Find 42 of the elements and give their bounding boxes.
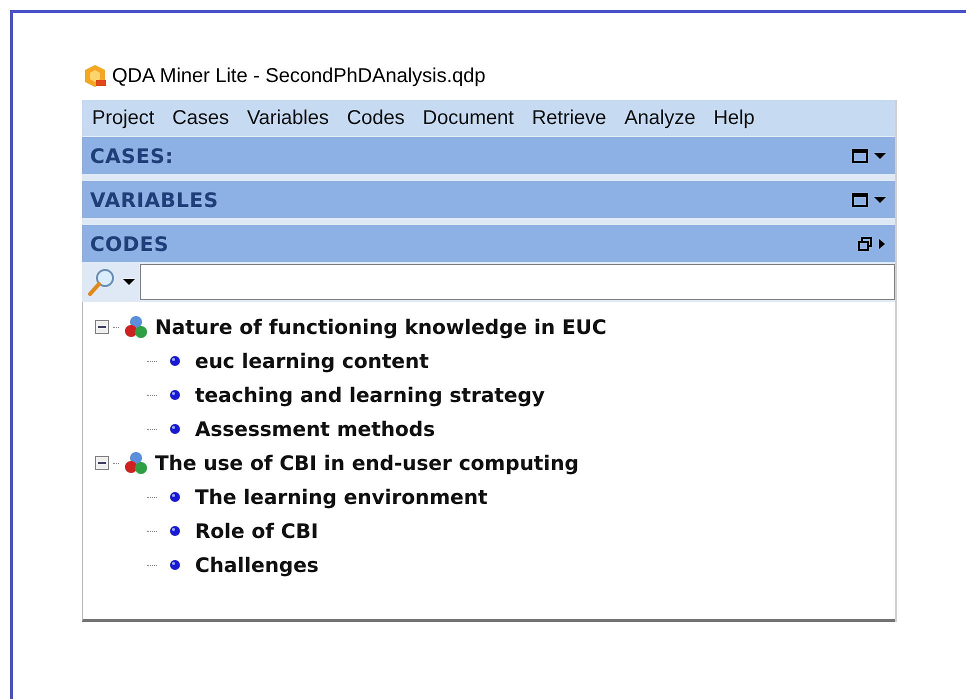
collapse-toggle[interactable] (95, 320, 109, 334)
code-group-icon (123, 314, 149, 340)
menu-item[interactable]: Project (88, 103, 158, 133)
collapse-toggle[interactable] (95, 456, 109, 470)
tree-item[interactable]: teaching and learning strategy (195, 380, 545, 410)
tree-item[interactable]: The learning environment (195, 482, 488, 512)
tree-item[interactable]: Challenges (195, 550, 319, 580)
menu-item[interactable]: Document (418, 103, 518, 133)
code-group-icon (123, 450, 149, 476)
code-bullet-icon (169, 525, 181, 537)
menu-item[interactable]: Help (709, 103, 759, 133)
maximize-icon[interactable] (851, 192, 869, 208)
menu-item[interactable]: Cases (168, 103, 233, 133)
tree-item[interactable]: The use of CBI in end-user computing (155, 448, 579, 478)
code-bullet-icon (169, 389, 181, 401)
panel-header[interactable]: CASES: (82, 136, 895, 174)
code-bullet-icon (169, 423, 181, 435)
panel-title: VARIABLES (90, 186, 218, 214)
caret-right-icon[interactable] (877, 236, 887, 250)
panel-header[interactable]: CODES (82, 224, 895, 262)
search-field[interactable] (140, 264, 895, 300)
panel-header[interactable]: VARIABLES (82, 180, 895, 218)
menu-item[interactable]: Analyze (620, 103, 700, 133)
tree-item[interactable]: Nature of functioning knowledge in EUC (155, 312, 607, 342)
tree-item[interactable]: Role of CBI (195, 516, 318, 546)
maximize-icon[interactable] (851, 148, 869, 164)
caret-down-icon[interactable] (873, 194, 887, 204)
caret-down-icon[interactable] (873, 150, 887, 160)
restore-icon[interactable] (857, 236, 873, 252)
app-logo-icon (82, 63, 108, 89)
menu-item[interactable]: Retrieve (528, 103, 610, 133)
panel-title: CASES: (90, 142, 174, 170)
menu-item[interactable]: Variables (242, 103, 333, 133)
tree-item[interactable]: euc learning content (195, 346, 429, 376)
menu-item[interactable]: Codes (342, 103, 409, 133)
code-bullet-icon (169, 355, 181, 367)
panel-title: CODES (90, 230, 169, 258)
caret-down-icon[interactable] (122, 277, 136, 287)
code-bullet-icon (169, 491, 181, 503)
window-title: QDA Miner Lite - SecondPhDAnalysis.qdp (112, 64, 486, 89)
tree-item[interactable]: Assessment methods (195, 414, 435, 444)
code-bullet-icon (169, 559, 181, 571)
